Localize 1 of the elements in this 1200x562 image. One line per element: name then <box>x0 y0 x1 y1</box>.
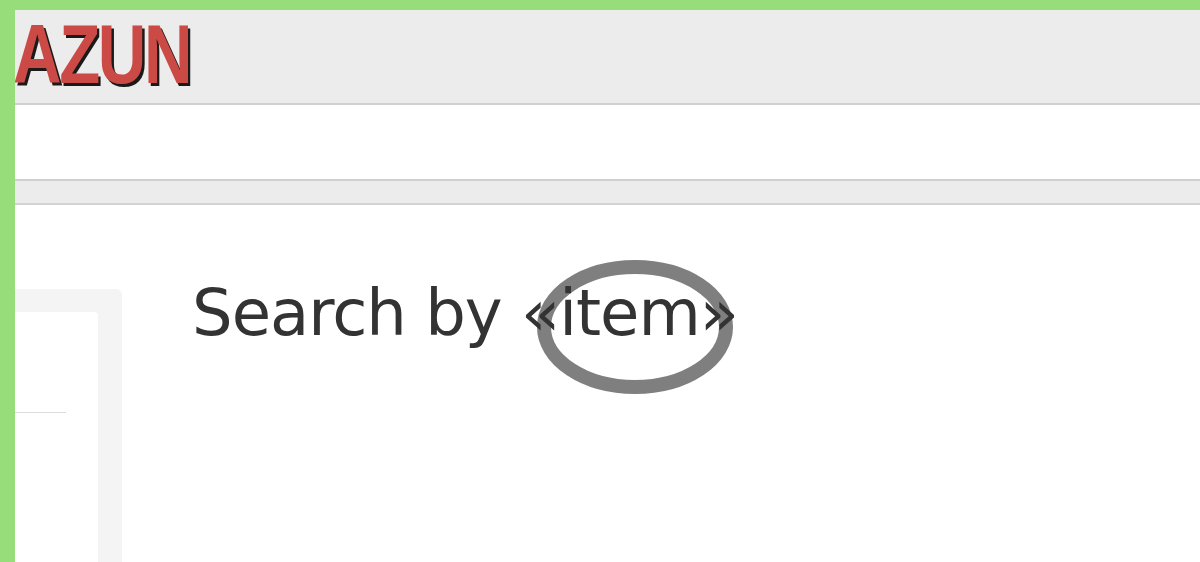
logo[interactable]: AZUN <box>15 12 191 96</box>
